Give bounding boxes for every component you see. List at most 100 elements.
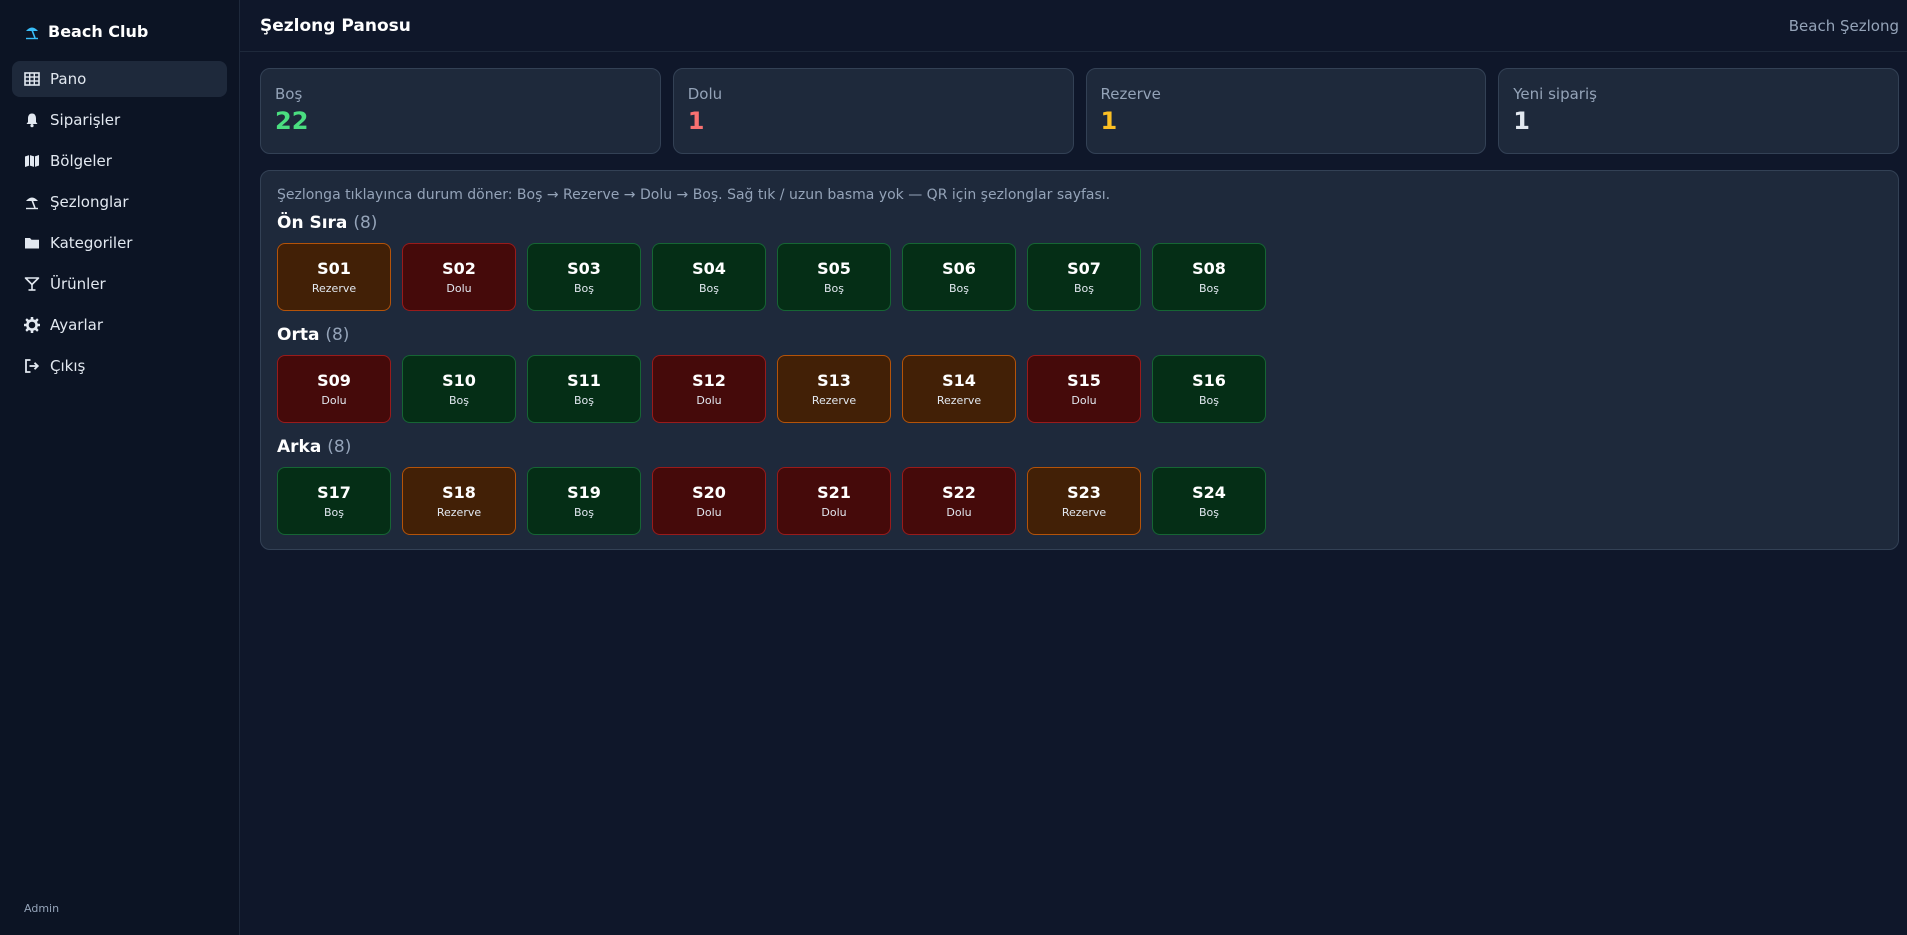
stat-value: 1 (1513, 107, 1530, 135)
lounger-tile[interactable]: S17 Boş (277, 467, 391, 535)
map-icon (24, 153, 40, 169)
stat-value: 22 (275, 107, 309, 135)
lounger-code: S23 (1067, 483, 1101, 502)
sidebar-item-label: Pano (50, 70, 87, 88)
sidebar-item-bolgeler[interactable]: Bölgeler (12, 143, 227, 179)
umbrella-beach-icon (24, 194, 40, 210)
umbrella-beach-icon (24, 24, 40, 40)
stat-label: Boş (275, 85, 303, 103)
stat-card-bos: Boş 22 (260, 68, 661, 154)
stat-card-rezerve: Rezerve 1 (1085, 68, 1487, 154)
stats-row: Boş 22 Dolu 1 Rezerve 1 Yeni sipariş 1 (260, 68, 1899, 154)
lounger-tile[interactable]: S10 Boş (402, 355, 516, 423)
lounger-code: S19 (567, 483, 601, 502)
gear-icon (24, 317, 40, 333)
lounger-tile[interactable]: S14 Rezerve (902, 355, 1016, 423)
zone-section: Arka (8) S17 Boş S18 Rezerve S19 Boş S20 Dolu S21… (277, 437, 1882, 535)
sidebar-item-pano[interactable]: Pano (12, 61, 227, 97)
lounger-status: Boş (1198, 394, 1219, 407)
lounger-code: S01 (317, 259, 351, 278)
lounger-tile[interactable]: S15 Dolu (1027, 355, 1141, 423)
lounger-status: Dolu (696, 506, 722, 519)
lounger-status: Dolu (446, 282, 472, 295)
lounger-code: S10 (442, 371, 476, 390)
zone-name: Arka (277, 437, 322, 457)
lounger-status: Boş (573, 282, 594, 295)
zone-count: (8) (327, 437, 352, 457)
lounger-status: Dolu (696, 394, 722, 407)
zone-count: (8) (353, 213, 378, 233)
brand[interactable]: Beach Club (0, 0, 239, 61)
lounger-tile[interactable]: S16 Boş (1152, 355, 1266, 423)
lounger-status: Dolu (946, 506, 972, 519)
sidebar-item-kategoriler[interactable]: Kategoriler (12, 225, 227, 261)
zone-section: Orta (8) S09 Dolu S10 Boş S11 Boş S12 Dolu S13 Rez… (277, 325, 1882, 423)
lounger-tile[interactable]: S13 Rezerve (777, 355, 891, 423)
lounger-status: Boş (448, 394, 469, 407)
sidebar-item-label: Kategoriler (50, 234, 133, 252)
stat-label: Rezerve (1100, 85, 1161, 103)
lounger-tile[interactable]: S02 Dolu (402, 243, 516, 311)
zone-title: Ön Sıra (8) (277, 213, 1882, 233)
lounger-tile[interactable]: S18 Rezerve (402, 467, 516, 535)
grid-icon (24, 71, 40, 87)
lounger-tile[interactable]: S07 Boş (1027, 243, 1141, 311)
folder-icon (24, 235, 40, 251)
lounger-code: S02 (442, 259, 476, 278)
lounger-tile[interactable]: S01 Rezerve (277, 243, 391, 311)
lounger-tile[interactable]: S06 Boş (902, 243, 1016, 311)
lounger-status: Boş (948, 282, 969, 295)
lounger-status: Dolu (821, 506, 847, 519)
lounger-code: S22 (942, 483, 976, 502)
lounger-tile[interactable]: S09 Dolu (277, 355, 391, 423)
lounger-status: Rezerve (936, 394, 982, 407)
sidebar-nav: Pano Siparişler Bölgeler Şezlonglar Kate… (0, 61, 239, 384)
lounger-tile[interactable]: S21 Dolu (777, 467, 891, 535)
lounger-board: Şezlonga tıklayınca durum döner: Boş → R… (260, 170, 1899, 550)
sidebar-footer-user: Admin (24, 902, 60, 915)
lounger-code: S20 (692, 483, 726, 502)
zone-section: Ön Sıra (8) S01 Rezerve S02 Dolu S03 Boş S04 Boş… (277, 213, 1882, 311)
lounger-status: Boş (1198, 506, 1219, 519)
lounger-tile[interactable]: S04 Boş (652, 243, 766, 311)
lounger-code: S11 (567, 371, 601, 390)
lounger-status: Boş (573, 394, 594, 407)
stat-value: 1 (687, 107, 705, 135)
lounger-tile[interactable]: S20 Dolu (652, 467, 766, 535)
lounger-status: Dolu (1071, 394, 1097, 407)
lounger-status: Rezerve (811, 394, 857, 407)
lounger-code: S07 (1067, 259, 1101, 278)
stat-card-yeni-siparis: Yeni sipariş 1 (1498, 68, 1899, 154)
sidebar: Beach Club Pano Siparişler Bölgeler Şezl… (0, 0, 240, 935)
lounger-status: Dolu (321, 394, 347, 407)
lounger-tile[interactable]: S12 Dolu (652, 355, 766, 423)
sidebar-item-label: Çıkış (50, 357, 86, 375)
lounger-tile[interactable]: S08 Boş (1152, 243, 1266, 311)
lounger-code: S03 (567, 259, 601, 278)
lounger-status: Rezerve (436, 506, 482, 519)
lounger-tile[interactable]: S24 Boş (1152, 467, 1266, 535)
sidebar-item-siparisler[interactable]: Siparişler (12, 102, 227, 138)
lounger-code: S14 (942, 371, 976, 390)
sidebar-item-cikis[interactable]: Çıkış (12, 348, 227, 384)
lounger-code: S08 (1192, 259, 1226, 278)
lounger-code: S13 (817, 371, 851, 390)
sidebar-item-urunler[interactable]: Ürünler (12, 266, 227, 302)
lounger-tile[interactable]: S05 Boş (777, 243, 891, 311)
brand-name: Beach Club (48, 22, 149, 41)
lounger-tile[interactable]: S03 Boş (527, 243, 641, 311)
lounger-tile[interactable]: S23 Rezerve (1027, 467, 1141, 535)
content: Boş 22 Dolu 1 Rezerve 1 Yeni sipariş 1 Ş… (240, 52, 1907, 550)
main-area: Şezlong Panosu Beach Şezlong Boş 22 Dolu… (240, 0, 1907, 935)
sidebar-item-sezlonglar[interactable]: Şezlonglar (12, 184, 227, 220)
stat-label: Dolu (687, 85, 723, 103)
sidebar-item-ayarlar[interactable]: Ayarlar (12, 307, 227, 343)
lounger-tile[interactable]: S19 Boş (527, 467, 641, 535)
lounger-status: Boş (1198, 282, 1219, 295)
lounger-code: S04 (692, 259, 726, 278)
lounger-tile[interactable]: S11 Boş (527, 355, 641, 423)
zone-title: Arka (8) (277, 437, 1882, 457)
lounger-tile[interactable]: S22 Dolu (902, 467, 1016, 535)
stat-label: Yeni sipariş (1513, 85, 1597, 103)
lounger-row: S17 Boş S18 Rezerve S19 Boş S20 Dolu S21 Dolu S22 D… (277, 467, 1882, 535)
